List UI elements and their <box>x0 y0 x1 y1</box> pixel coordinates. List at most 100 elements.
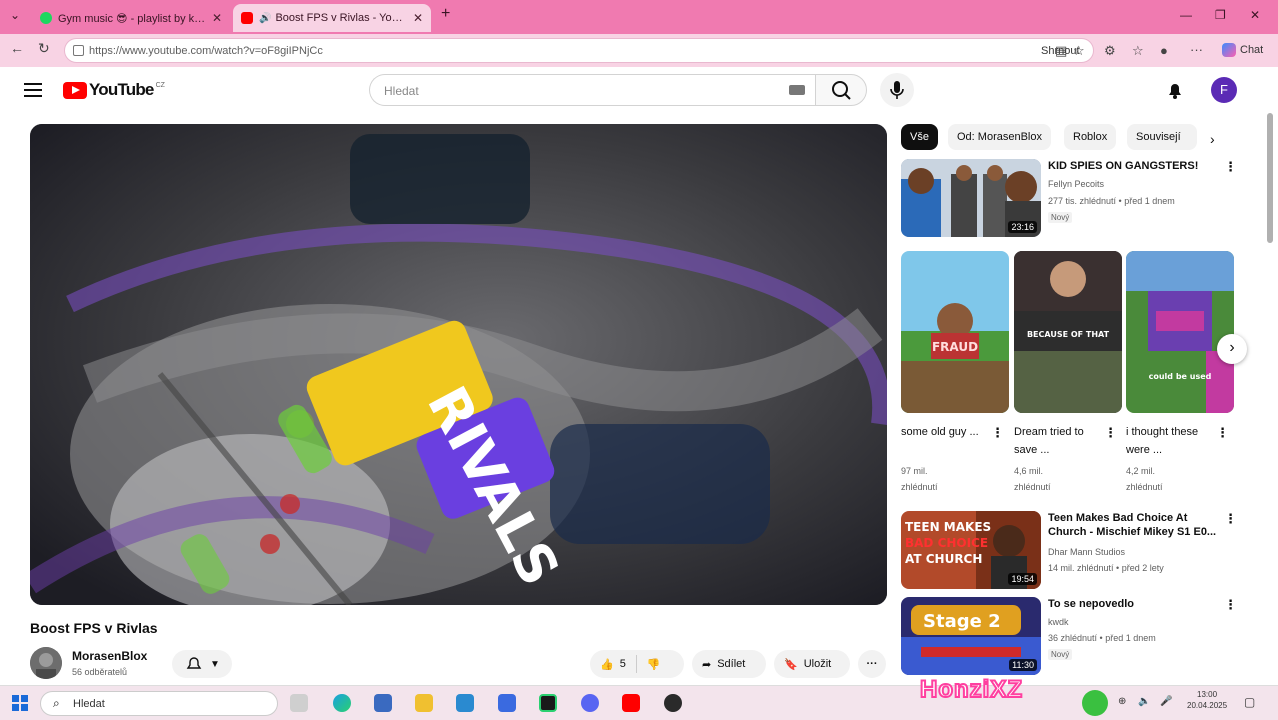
duration-badge: 23:16 <box>1008 221 1037 233</box>
windows-start-icon[interactable] <box>12 695 28 711</box>
share-button[interactable]: ➦ Sdílet <box>692 650 766 678</box>
browser-tab-spotify[interactable]: Gym music 😎 - playlist by kričík | ... ✕ <box>32 4 230 32</box>
tray-clock[interactable]: 13:00 20.04.2025 <box>1187 689 1227 711</box>
voice-search-button[interactable] <box>880 73 914 107</box>
tab-actions-chevron-icon[interactable]: ⌄ <box>10 8 20 22</box>
kick-icon[interactable] <box>539 694 557 712</box>
tray-mic-icon[interactable]: 🎤 <box>1160 696 1172 707</box>
more-options-icon[interactable]: ⋮ <box>1224 597 1237 613</box>
video-player[interactable]: RIVALS <box>30 124 887 605</box>
recommendation-channel[interactable]: Fellyn Pecoits <box>1048 179 1223 189</box>
more-options-icon[interactable]: ⋮ <box>1224 159 1237 175</box>
notifications-bell-icon[interactable] <box>1164 79 1186 101</box>
site-info-icon[interactable] <box>73 45 84 56</box>
recommendation-channel[interactable]: kwdk <box>1048 617 1223 627</box>
minimize-icon[interactable]: — <box>1180 8 1192 22</box>
more-options-icon[interactable]: ⋮ <box>1104 425 1117 441</box>
copilot-chat-label[interactable]: Chat <box>1240 44 1263 56</box>
recommendation-item[interactable]: 23:16 KID SPIES ON GANGSTERS! Fellyn Pec… <box>901 159 1241 239</box>
address-bar[interactable]: https://www.youtube.com/watch?v=oF8giIPN… <box>64 38 1094 63</box>
more-options-icon[interactable]: ⋮ <box>991 425 1004 441</box>
chip-roblox[interactable]: Roblox <box>1064 124 1117 150</box>
tray-network-icon[interactable]: ⊕ <box>1118 696 1126 707</box>
video-thumbnail[interactable]: 23:16 <box>901 159 1041 237</box>
short-title[interactable]: i thought these were ... <box>1126 423 1211 459</box>
short-item[interactable]: BECAUSE OF THAT Dream tried to save ... … <box>1014 251 1122 492</box>
close-tab-icon[interactable]: ✕ <box>212 11 222 25</box>
youtube-logo-text: YouTube <box>89 80 154 99</box>
more-options-icon[interactable]: ⋮ <box>1216 425 1229 441</box>
short-thumbnail[interactable]: could be used <box>1126 251 1234 413</box>
short-thumbnail[interactable]: BECAUSE OF THAT <box>1014 251 1122 413</box>
channel-avatar[interactable] <box>30 647 62 679</box>
scrollbar-thumb[interactable] <box>1267 113 1273 243</box>
favorite-star-icon[interactable]: ☆ <box>1073 43 1085 59</box>
extensions-icon[interactable]: ⚙ <box>1104 43 1116 59</box>
recommendation-item[interactable]: TEEN MAKES BAD CHOICE AT CHURCH 19:54 Te… <box>901 511 1241 591</box>
hamburger-menu-icon[interactable] <box>24 83 42 97</box>
short-item[interactable]: could be used i thought these were ... 4… <box>1126 251 1234 492</box>
video-frame: RIVALS <box>30 124 887 605</box>
copilot-icon[interactable] <box>1222 43 1236 57</box>
recommendation-title[interactable]: To se nepovedlo <box>1048 597 1218 611</box>
taskbar-search-placeholder: Hledat <box>73 698 105 710</box>
channel-name[interactable]: MorasenBlox <box>72 649 147 663</box>
recommendation-title[interactable]: KID SPIES ON GANGSTERS! <box>1048 159 1218 173</box>
save-button[interactable]: 🔖 Uložit <box>774 650 850 678</box>
recommendation-title[interactable]: Teen Makes Bad Choice At Church - Mischi… <box>1048 511 1218 539</box>
thumb-stage-text: Stage 2 <box>923 611 1001 632</box>
reader-view-icon[interactable]: ▤ <box>1055 43 1067 59</box>
audio-playing-icon[interactable]: 🔊 <box>259 13 271 24</box>
favorites-icon[interactable]: ☆ <box>1132 43 1144 59</box>
chips-next-chevron-icon[interactable]: › <box>1210 131 1215 147</box>
roblox-studio-icon[interactable] <box>498 694 516 712</box>
new-tab-button[interactable]: + <box>441 5 450 23</box>
tray-volume-icon[interactable]: 🔈 <box>1138 696 1150 707</box>
youtube-play-logo-icon <box>63 81 87 99</box>
chip-from-channel[interactable]: Od: MorasenBlox <box>948 124 1051 150</box>
short-item[interactable]: FRAUD some old guy ... 97 mil. zhlédnutí … <box>901 251 1009 492</box>
app-icon-blue[interactable] <box>456 694 474 712</box>
thumb-text-line1: TEEN MAKES <box>905 520 991 534</box>
recommendation-channel[interactable]: Dhar Mann Studios <box>1048 547 1223 557</box>
taskbar-search-input[interactable]: ⌕ Hledat <box>40 691 278 716</box>
more-actions-button[interactable]: ··· <box>858 650 886 678</box>
account-avatar[interactable]: F <box>1211 77 1237 103</box>
short-thumbnail[interactable]: FRAUD <box>901 251 1009 413</box>
video-thumbnail[interactable]: Stage 2 11:30 <box>901 597 1041 675</box>
more-options-icon[interactable]: ⋮ <box>1224 511 1237 527</box>
youtube-logo[interactable]: YouTube CZ <box>63 80 165 100</box>
maximize-icon[interactable]: ❐ <box>1215 8 1226 22</box>
thumbs-down-icon[interactable]: 👎 <box>647 658 661 671</box>
store-icon[interactable] <box>374 694 392 712</box>
shorts-next-chevron-icon[interactable]: › <box>1217 334 1247 364</box>
back-arrow-icon[interactable]: ← <box>10 40 24 56</box>
notification-bell-button[interactable]: ▼ <box>172 650 232 678</box>
task-view-icon[interactable] <box>290 694 308 712</box>
close-tab-icon[interactable]: ✕ <box>413 11 423 25</box>
mascot-icon <box>1082 690 1108 716</box>
keyboard-icon[interactable] <box>789 85 805 95</box>
close-window-icon[interactable]: ✕ <box>1250 8 1260 22</box>
reload-icon[interactable]: ↻ <box>38 40 50 57</box>
short-view-count: 4,2 mil. <box>1126 466 1156 476</box>
obs-icon[interactable] <box>664 694 682 712</box>
chip-all[interactable]: Vše <box>901 124 938 150</box>
like-button[interactable]: 👍 5 <box>600 658 626 671</box>
more-options-icon[interactable]: ··· <box>1190 42 1203 57</box>
notification-center-icon[interactable]: ▢ <box>1244 695 1255 709</box>
video-thumbnail[interactable]: TEEN MAKES BAD CHOICE AT CHURCH 19:54 <box>901 511 1041 589</box>
search-input[interactable]: Hledat <box>369 74 815 106</box>
chip-related[interactable]: Souvisejí <box>1127 124 1197 150</box>
file-explorer-icon[interactable] <box>415 694 433 712</box>
recommendation-item[interactable]: Stage 2 11:30 To se nepovedlo kwdk 36 zh… <box>901 597 1241 677</box>
discord-icon[interactable] <box>581 694 599 712</box>
short-title[interactable]: Dream tried to save ... <box>1014 423 1099 459</box>
search-button[interactable] <box>815 74 867 106</box>
edge-browser-icon[interactable] <box>333 694 351 712</box>
profile-icon[interactable]: ● <box>1160 43 1168 58</box>
youtube-app-icon[interactable] <box>622 694 640 712</box>
page-scrollbar[interactable] <box>1266 113 1274 683</box>
short-title[interactable]: some old guy ... <box>901 423 986 441</box>
browser-tab-youtube[interactable]: 🔊 Boost FPS v Rivlas - YouTube ✕ <box>233 4 431 32</box>
